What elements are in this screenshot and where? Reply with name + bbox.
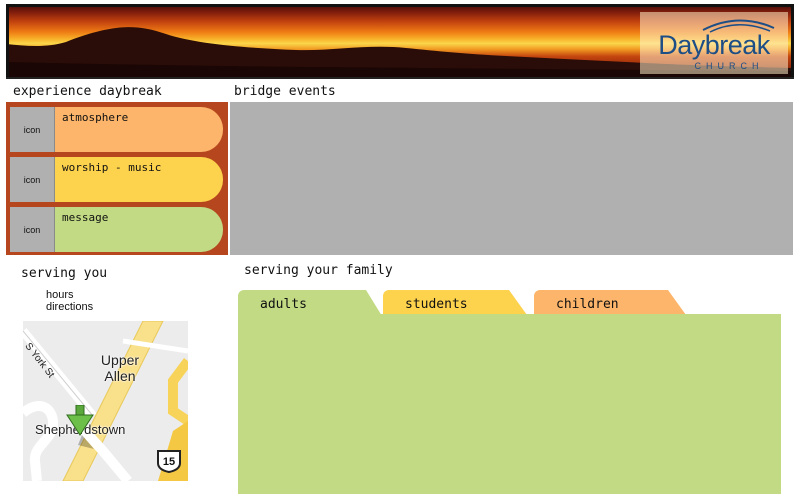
tab-label: students — [405, 297, 468, 312]
experience-item-message[interactable]: icon message — [10, 207, 223, 252]
serving-you-heading: serving you — [21, 266, 108, 281]
experience-item-label: atmosphere — [62, 111, 129, 124]
map-marker-arrow-icon — [66, 405, 94, 449]
experience-heading: experience daybreak — [13, 84, 162, 99]
serving-family-heading: serving your family — [244, 263, 393, 278]
message-icon: icon — [10, 207, 55, 252]
bridge-events-heading: bridge events — [234, 84, 336, 99]
experience-item-worship-music[interactable]: icon worship - music — [10, 157, 223, 202]
experience-item-label: message — [62, 211, 109, 224]
tab-label: children — [556, 297, 619, 312]
atmosphere-icon: icon — [10, 107, 55, 152]
banner-divider — [6, 77, 794, 79]
experience-panel: icon atmosphere icon worship - music ico… — [6, 102, 228, 255]
tab-children[interactable]: children — [534, 290, 686, 315]
experience-item-atmosphere[interactable]: icon atmosphere — [10, 107, 223, 152]
route-shield-number: 15 — [163, 456, 175, 468]
tab-students[interactable]: students — [383, 290, 527, 315]
location-map[interactable]: S York St Upper Allen Shepherdstown 15 — [23, 321, 188, 481]
family-tab-content — [238, 314, 781, 494]
tab-label: adults — [260, 297, 307, 312]
map-label-upper-allen: Upper Allen — [100, 352, 140, 384]
header-banner: Daybreak CHURCH — [6, 4, 794, 77]
experience-item-label: worship - music — [62, 161, 162, 174]
directions-link[interactable]: directions — [46, 301, 93, 314]
route-15-shield-icon: 15 — [156, 449, 182, 474]
worship-music-icon: icon — [10, 157, 55, 202]
tab-adults[interactable]: adults — [238, 290, 382, 316]
bridge-events-panel — [230, 102, 793, 255]
